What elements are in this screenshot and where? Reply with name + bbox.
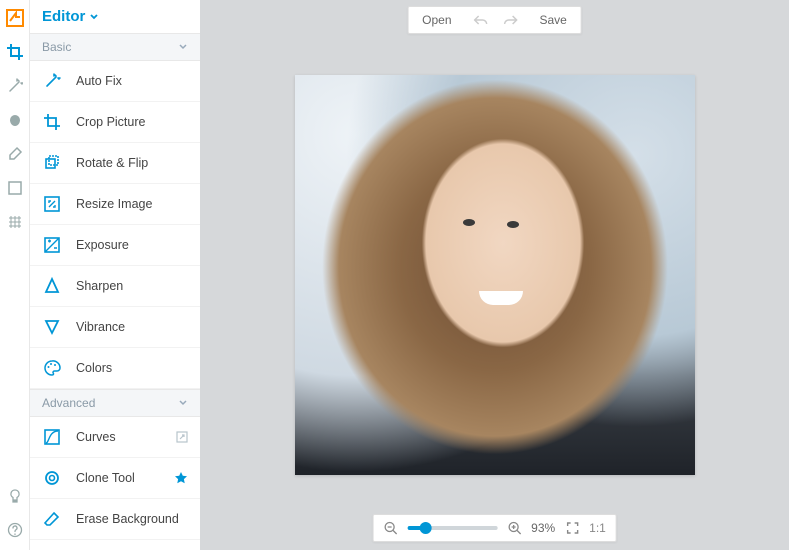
rail-frame-icon[interactable] bbox=[5, 178, 25, 198]
rotate-icon bbox=[42, 153, 62, 173]
sharpen-icon bbox=[42, 276, 62, 296]
tool-label: Sharpen bbox=[76, 279, 123, 293]
editor-dropdown[interactable]: Editor bbox=[30, 0, 200, 33]
tool-label: Rotate & Flip bbox=[76, 156, 148, 170]
curves-icon bbox=[42, 427, 62, 447]
rail-crop-icon[interactable] bbox=[5, 42, 25, 62]
undo-button[interactable] bbox=[466, 14, 496, 26]
crop-icon bbox=[42, 112, 62, 132]
tool-auto-fix[interactable]: Auto Fix bbox=[30, 61, 200, 102]
resize-icon bbox=[42, 194, 62, 214]
clone-icon bbox=[42, 468, 62, 488]
tool-erase-background[interactable]: Erase Background bbox=[30, 499, 200, 540]
section-basic[interactable]: Basic bbox=[30, 33, 200, 61]
zoom-slider[interactable] bbox=[407, 526, 497, 530]
rail-tips-icon[interactable] bbox=[5, 486, 25, 506]
tool-clone[interactable]: Clone Tool bbox=[30, 458, 200, 499]
section-advanced[interactable]: Advanced bbox=[30, 389, 200, 417]
tool-label: Auto Fix bbox=[76, 74, 122, 88]
tool-label: Crop Picture bbox=[76, 115, 145, 129]
popout-icon bbox=[176, 431, 188, 443]
chevron-down-icon bbox=[178, 398, 188, 408]
tool-curves[interactable]: Curves bbox=[30, 417, 200, 458]
vibrance-icon bbox=[42, 317, 62, 337]
rail-help-icon[interactable] bbox=[5, 520, 25, 540]
chevron-down-icon bbox=[89, 12, 99, 22]
zoom-slider-knob[interactable] bbox=[419, 522, 431, 534]
zoom-in-button[interactable] bbox=[507, 521, 521, 535]
rail-wand-icon[interactable] bbox=[5, 76, 25, 96]
rail-face-icon[interactable] bbox=[5, 110, 25, 130]
tool-rotate-flip[interactable]: Rotate & Flip bbox=[30, 143, 200, 184]
fit-screen-button[interactable] bbox=[565, 521, 579, 535]
portrait-photo bbox=[295, 75, 695, 475]
section-advanced-label: Advanced bbox=[42, 396, 95, 410]
zoom-toolbar: 93% 1:1 bbox=[372, 514, 617, 542]
tool-exposure[interactable]: Exposure bbox=[30, 225, 200, 266]
exposure-icon bbox=[42, 235, 62, 255]
tool-label: Colors bbox=[76, 361, 112, 375]
tool-vibrance[interactable]: Vibrance bbox=[30, 307, 200, 348]
zoom-percent: 93% bbox=[531, 521, 555, 535]
palette-icon bbox=[42, 358, 62, 378]
tool-label: Exposure bbox=[76, 238, 129, 252]
wand-icon bbox=[42, 71, 62, 91]
redo-button[interactable] bbox=[496, 14, 526, 26]
canvas-area: Open Save 93% 1:1 bbox=[200, 0, 789, 550]
actual-size-button[interactable]: 1:1 bbox=[589, 521, 606, 535]
eraser-icon bbox=[42, 509, 62, 529]
tool-crop-picture[interactable]: Crop Picture bbox=[30, 102, 200, 143]
section-basic-label: Basic bbox=[42, 40, 71, 54]
top-toolbar: Open Save bbox=[407, 6, 582, 34]
tool-sharpen[interactable]: Sharpen bbox=[30, 266, 200, 307]
tool-colors[interactable]: Colors bbox=[30, 348, 200, 389]
tool-label: Resize Image bbox=[76, 197, 152, 211]
chevron-down-icon bbox=[178, 42, 188, 52]
tool-label: Vibrance bbox=[76, 320, 125, 334]
star-icon bbox=[174, 471, 188, 485]
edited-image[interactable] bbox=[295, 75, 695, 475]
tool-label: Erase Background bbox=[76, 512, 179, 526]
app-logo-icon[interactable] bbox=[5, 8, 25, 28]
save-button[interactable]: Save bbox=[526, 13, 581, 27]
rail-texture-icon[interactable] bbox=[5, 212, 25, 232]
rail-brush-icon[interactable] bbox=[5, 144, 25, 164]
tool-resize-image[interactable]: Resize Image bbox=[30, 184, 200, 225]
image-stage[interactable] bbox=[200, 0, 789, 550]
open-button[interactable]: Open bbox=[408, 13, 465, 27]
tool-label: Curves bbox=[76, 430, 116, 444]
editor-sidebar: Editor Basic Auto Fix Crop Picture Rotat… bbox=[30, 0, 200, 550]
tool-label: Clone Tool bbox=[76, 471, 135, 485]
editor-title: Editor bbox=[42, 8, 85, 25]
app-rail bbox=[0, 0, 30, 550]
zoom-out-button[interactable] bbox=[383, 521, 397, 535]
